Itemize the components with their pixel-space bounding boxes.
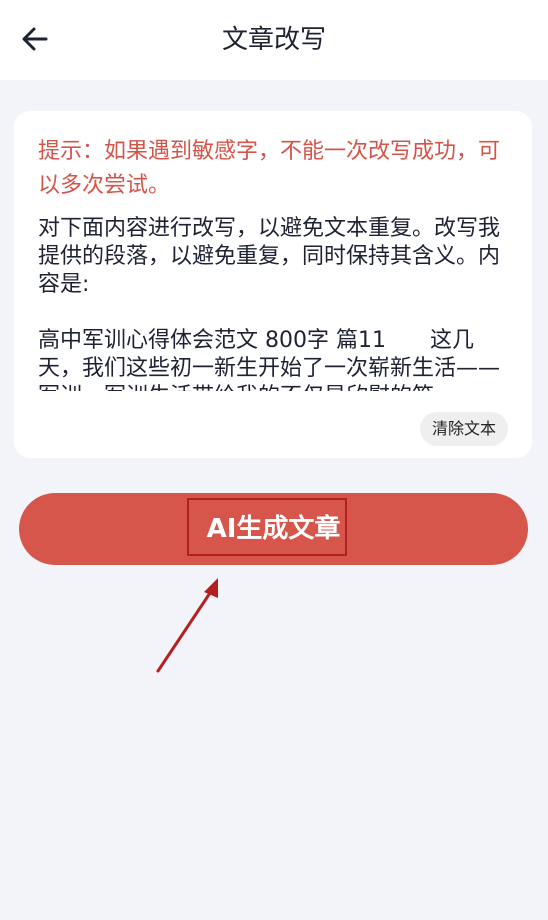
generate-article-label: AI生成文章 [206, 514, 341, 544]
clear-text-button[interactable]: 清除文本 [419, 412, 508, 446]
content-textarea[interactable]: 对下面内容进行改写，以避免文本重复。改写我提供的段落，以避免重复，同时保持其含义… [38, 215, 508, 391]
annotation-arrow-icon [156, 578, 218, 673]
page-title: 文章改写 [221, 25, 326, 55]
hint-text: 提示：如果遇到敏感字，不能一次改写成功，可以多次尝试。 [38, 139, 501, 198]
app-header: 文章改写 [0, 0, 548, 80]
generate-article-button[interactable]: AI生成文章 [19, 493, 528, 565]
rewrite-card: 提示：如果遇到敏感字，不能一次改写成功，可以多次尝试。 对下面内容进行改写，以避… [14, 111, 532, 458]
